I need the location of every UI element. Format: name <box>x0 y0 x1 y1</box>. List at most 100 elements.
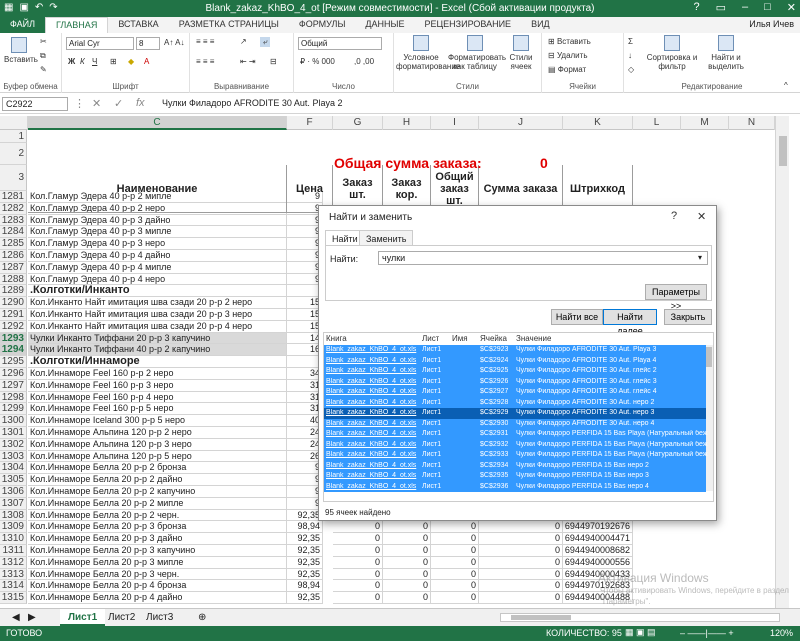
row-header[interactable]: 1286 <box>0 250 27 262</box>
ribbon-display-icon[interactable]: ▭ <box>716 1 726 14</box>
cell-name[interactable]: Кол.Инканто Найт имитация шва сзади 20 р… <box>28 297 287 309</box>
sheet-next-icon[interactable]: ▶ <box>20 609 44 626</box>
cell-name[interactable]: Кол.Иннаморе Белла 20 р-р 3 мипле <box>28 556 287 569</box>
cell-name[interactable]: Кол.Гламур Эдера 40 р-р 4 мипле <box>28 261 287 274</box>
cell-value[interactable]: 6944940004471 <box>563 533 633 545</box>
row-header[interactable]: 1282 <box>0 202 27 215</box>
result-row[interactable]: Blank_zakaz_KhBO_4_ot.xls Лист1 $C$2924 Чул… <box>324 355 706 366</box>
row-header[interactable]: 2 <box>0 143 27 165</box>
find-next-button[interactable]: Найти далее <box>603 309 657 336</box>
row-header[interactable]: 1293 <box>0 332 27 345</box>
row-header[interactable]: 1292 <box>0 320 27 333</box>
row-header[interactable]: 1304 <box>0 462 27 475</box>
maximize-button[interactable]: □ <box>764 1 771 14</box>
cell-name[interactable]: Кол.Иннаморе Iceland 300 р-р 5 неро <box>28 415 287 427</box>
column-header-m[interactable]: M <box>681 116 729 130</box>
cell-value[interactable]: 0 <box>333 592 383 604</box>
insert-function-icon[interactable]: fx <box>136 97 145 109</box>
result-row[interactable]: Blank_zakaz_KhBO_4_ot.xls Лист1 $C$2934 Чул… <box>324 460 706 471</box>
cell-name[interactable]: Чулки Инканто Тиффани 20 р-р 3 капучино <box>28 332 287 345</box>
cell-name[interactable]: Кол.Иннаморе Белла 20 р-р 2 черн. <box>28 509 287 522</box>
dialog-close-button[interactable]: Закрыть <box>664 309 712 325</box>
row-header[interactable]: 1295 <box>0 356 27 368</box>
close-window-button[interactable]: ✕ <box>787 1 796 14</box>
row-header[interactable]: 1314 <box>0 580 27 593</box>
row-header[interactable]: 1307 <box>0 497 27 510</box>
cell-name[interactable]: Кол.Иннаморе Белла 20 р-р 2 дайно <box>28 474 287 486</box>
cell-name[interactable]: Кол.Иннаморе Белла 20 р-р 3 дайно <box>28 533 287 545</box>
column-header-f[interactable]: F <box>287 116 333 130</box>
row-header[interactable]: 1311 <box>0 545 27 557</box>
sheet-tab-3[interactable]: Лист3 <box>138 609 181 626</box>
formula-input[interactable]: Чулки Филадоро AFRODITE 30 Aut. Playa 2 <box>162 98 342 108</box>
row-header[interactable]: 1281 <box>0 191 27 203</box>
cell-name[interactable]: Кол.Иннаморе Белла 20 р-р 3 черн. <box>28 568 287 581</box>
column-header-h[interactable]: H <box>383 116 431 130</box>
results-col-cell[interactable]: Ячейка <box>480 334 507 343</box>
cell-value[interactable]: 0 <box>431 521 479 534</box>
cell-value[interactable]: 6944940008682 <box>563 545 633 557</box>
enter-icon[interactable]: ✓ <box>114 97 123 110</box>
clear-icon[interactable]: ◇ <box>628 65 634 74</box>
cell-value[interactable]: 0 <box>431 592 479 604</box>
cell-value[interactable]: 0 <box>479 521 563 534</box>
cell-price[interactable]: 92,35 <box>287 556 323 569</box>
result-row[interactable]: Blank_zakaz_KhBO_4_ot.xls Лист1 $C$2932 Чул… <box>324 439 708 450</box>
zoom-level[interactable]: 120% <box>770 628 793 638</box>
align-top-icon[interactable]: ≡ ≡ ≡ <box>196 37 214 46</box>
cell-value[interactable]: 0 <box>479 580 563 593</box>
find-select-button[interactable]: Найти и выделить <box>698 35 754 71</box>
result-row[interactable]: Blank_zakaz_KhBO_4_ot.xls Лист1 $C$2927 Чул… <box>324 387 706 398</box>
cell-name[interactable]: .Колготки/Инканто <box>28 285 287 298</box>
cell-value[interactable]: 0 <box>333 521 383 534</box>
result-row[interactable]: Blank_zakaz_KhBO_4_ot.xls Лист1 $C$2933 Чул… <box>324 450 708 461</box>
wrap-text-icon[interactable]: ⤶ <box>260 37 271 47</box>
align-left-icon[interactable]: ≡ ≡ ≡ <box>196 57 214 66</box>
row-header[interactable]: 1306 <box>0 486 27 498</box>
sheet-tab-1[interactable]: Лист1 <box>60 609 106 626</box>
cell-name[interactable]: Кол.Иннаморе Белла 20 р-р 4 дайно <box>28 592 287 604</box>
fill-color-icon[interactable]: ◆ <box>128 57 134 66</box>
column-header-l[interactable]: L <box>633 116 681 130</box>
sort-filter-button[interactable]: Сортировка и фильтр <box>646 35 698 71</box>
scroll-thumb[interactable] <box>779 136 787 166</box>
result-row[interactable]: Blank_zakaz_KhBO_4_ot.xls Лист1 $C$2928 Чул… <box>324 397 706 408</box>
row-header[interactable]: 1312 <box>0 556 27 569</box>
cell-name[interactable]: Кол.Иннаморе Feel 160 р-р 2 неро <box>28 368 287 380</box>
header-name[interactable]: Наименование <box>28 165 287 213</box>
tab-insert[interactable]: ВСТАВКА <box>108 17 168 33</box>
cell-name[interactable]: Кол.Гламур Эдера 40 р-р 3 неро <box>28 238 287 250</box>
cell-name[interactable]: Кол.Иннаморе Альпина 120 р-р 5 неро <box>28 450 287 463</box>
minimize-button[interactable]: – <box>742 1 748 14</box>
cell-price[interactable]: 92,35 <box>287 568 323 581</box>
cell-name[interactable]: Кол.Иннаморе Белла 20 р-р 2 мипле <box>28 497 287 510</box>
tab-file[interactable]: ФАЙЛ <box>0 17 46 33</box>
find-all-button[interactable]: Найти все <box>551 309 603 325</box>
column-header-k[interactable]: K <box>563 116 633 130</box>
tab-review[interactable]: РЕЦЕНЗИРОВАНИЕ <box>415 17 522 33</box>
cell-styles-button[interactable]: Стили ячеек <box>504 35 538 71</box>
tab-page-layout[interactable]: РАЗМЕТКА СТРАНИЦЫ <box>169 17 289 33</box>
vertical-scrollbar[interactable] <box>775 116 789 608</box>
result-row[interactable]: Blank_zakaz_KhBO_4_ot.xls Лист1 $C$2926 Чул… <box>324 376 706 387</box>
tab-home[interactable]: ГЛАВНАЯ <box>45 17 109 33</box>
column-header-j[interactable]: J <box>479 116 563 130</box>
row-header[interactable]: 1296 <box>0 368 27 380</box>
row-header[interactable]: 1301 <box>0 427 27 439</box>
cell-price[interactable]: 98,94 <box>287 521 323 534</box>
row-header[interactable]: 1294 <box>0 344 27 357</box>
cell-name[interactable]: Кол.Иннаморе Feel 160 р-р 4 неро <box>28 391 287 404</box>
results-col-book[interactable]: Книга <box>326 334 347 343</box>
cell-name[interactable]: Кол.Иннаморе Feel 160 р-р 3 неро <box>28 379 287 392</box>
row-header[interactable]: 1305 <box>0 474 27 486</box>
row-header[interactable]: 1287 <box>0 261 27 274</box>
result-row[interactable]: Blank_zakaz_KhBO_4_ot.xls Лист1 $C$2929 Чул… <box>324 408 706 419</box>
cell-value[interactable]: 0 <box>333 556 383 569</box>
cell-name[interactable]: Кол.Иннаморе Белла 20 р-р 2 бронза <box>28 462 287 475</box>
dialog-close-icon[interactable]: ✕ <box>697 210 706 223</box>
add-sheet-icon[interactable]: ⊕ <box>190 609 214 626</box>
format-painter-icon[interactable]: ✎ <box>40 65 47 74</box>
row-header[interactable]: 1284 <box>0 226 27 239</box>
grow-font-icon[interactable]: A↑ A↓ <box>164 38 184 47</box>
cell-name[interactable]: Кол.Гламур Эдера 40 р-р 3 мипле <box>28 226 287 239</box>
